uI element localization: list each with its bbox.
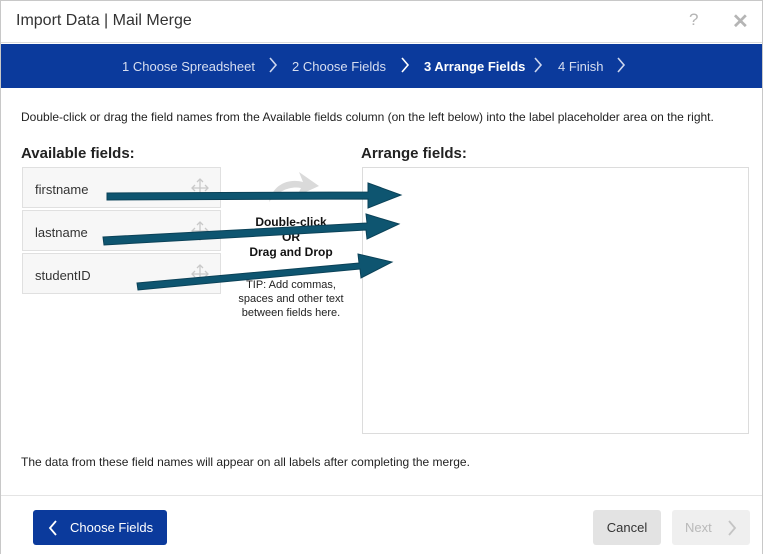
back-button-label: Choose Fields [70, 520, 154, 535]
chevron-left-icon [48, 520, 57, 536]
move-icon [191, 221, 209, 241]
step-finish: 4 Finish [558, 59, 604, 74]
instructions-text: Double-click or drag the field names fro… [21, 110, 714, 124]
available-fields-heading: Available fields: [21, 145, 135, 162]
curved-arrow-icon [269, 172, 319, 202]
next-button-label: Next [685, 520, 712, 535]
arrange-fields-heading: Arrange fields: [361, 145, 467, 162]
next-button[interactable]: Next [672, 510, 750, 545]
cancel-button-label: Cancel [606, 520, 648, 535]
dialog-title: Import Data | Mail Merge [16, 12, 192, 29]
step-arrange-fields: 3 Arrange Fields [424, 59, 526, 74]
field-label: studentID [35, 268, 91, 283]
move-icon [191, 264, 209, 284]
back-choose-fields-button[interactable]: Choose Fields [33, 510, 167, 545]
field-label: firstname [35, 182, 89, 197]
field-label: lastname [35, 225, 88, 240]
help-icon[interactable]: ? [689, 10, 698, 30]
drag-hint: Double-click OR Drag and Drop [231, 215, 351, 260]
cancel-button[interactable]: Cancel [593, 510, 661, 545]
available-fields-list: firstname lastname studentID [22, 167, 221, 296]
hint-or: OR [282, 230, 300, 244]
arrange-fields-dropzone[interactable] [362, 167, 749, 434]
move-icon [191, 178, 209, 198]
chevron-right-icon [269, 57, 278, 73]
field-firstname[interactable]: firstname [22, 167, 221, 208]
merge-note: The data from these field names will app… [21, 455, 470, 469]
chevron-right-icon [728, 520, 737, 536]
dialog-footer: Choose Fields Cancel Next [1, 495, 762, 554]
step-choose-spreadsheet[interactable]: 1 Choose Spreadsheet [122, 59, 255, 74]
hint-double-click: Double-click [255, 215, 327, 229]
hint-tip: TIP: Add commas, spaces and other text b… [238, 279, 344, 319]
title-bar: Import Data | Mail Merge ? ✕ [1, 1, 762, 43]
chevron-right-icon [401, 57, 410, 73]
field-lastname[interactable]: lastname [22, 210, 221, 251]
chevron-right-icon [534, 57, 543, 73]
field-studentid[interactable]: studentID [22, 253, 221, 294]
wizard-steps: 1 Choose Spreadsheet 2 Choose Fields 3 A… [1, 44, 762, 88]
step-choose-fields[interactable]: 2 Choose Fields [292, 59, 386, 74]
hint-drag-drop: Drag and Drop [249, 245, 333, 259]
chevron-right-icon [617, 57, 626, 73]
mail-merge-dialog: Import Data | Mail Merge ? ✕ 1 Choose Sp… [0, 0, 763, 554]
close-icon[interactable]: ✕ [732, 9, 749, 34]
